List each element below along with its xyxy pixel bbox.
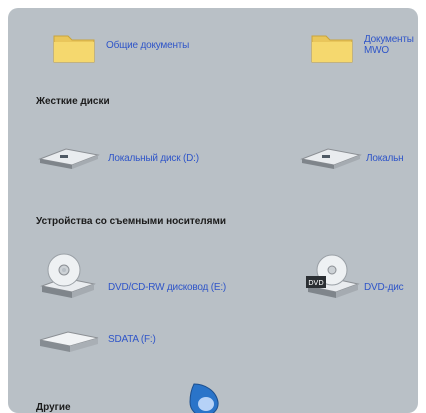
drive-label: Локальный диск (D:)	[108, 153, 199, 164]
folder-label: Общие документы	[106, 40, 190, 51]
hard-drive-icon	[38, 143, 100, 171]
explorer-panel: Общие документы Документы MWO Жесткие ди…	[8, 8, 418, 413]
drive-label: DVD/CD-RW дисковод (E:)	[108, 282, 227, 293]
drive-label: SDATA (F:)	[108, 334, 156, 345]
drive-label: Локальн	[366, 153, 404, 164]
svg-text:DVD: DVD	[308, 279, 323, 287]
removable-drive-icon	[38, 326, 100, 356]
drive-label: DVD-дис	[364, 282, 404, 293]
folder-label: Документы MWO	[364, 34, 414, 56]
section-title-hard-drives: Жесткие диски	[36, 96, 110, 107]
network-place-icon[interactable]	[186, 380, 222, 413]
hard-drive-icon	[300, 143, 362, 171]
folder-icon	[50, 26, 98, 66]
folder-icon	[308, 26, 356, 66]
cd-drive-icon	[38, 250, 98, 302]
dvd-drive-icon: DVD	[304, 250, 362, 302]
section-title-other: Другие	[36, 402, 71, 413]
section-title-removable: Устройства со съемными носителями	[36, 216, 227, 227]
